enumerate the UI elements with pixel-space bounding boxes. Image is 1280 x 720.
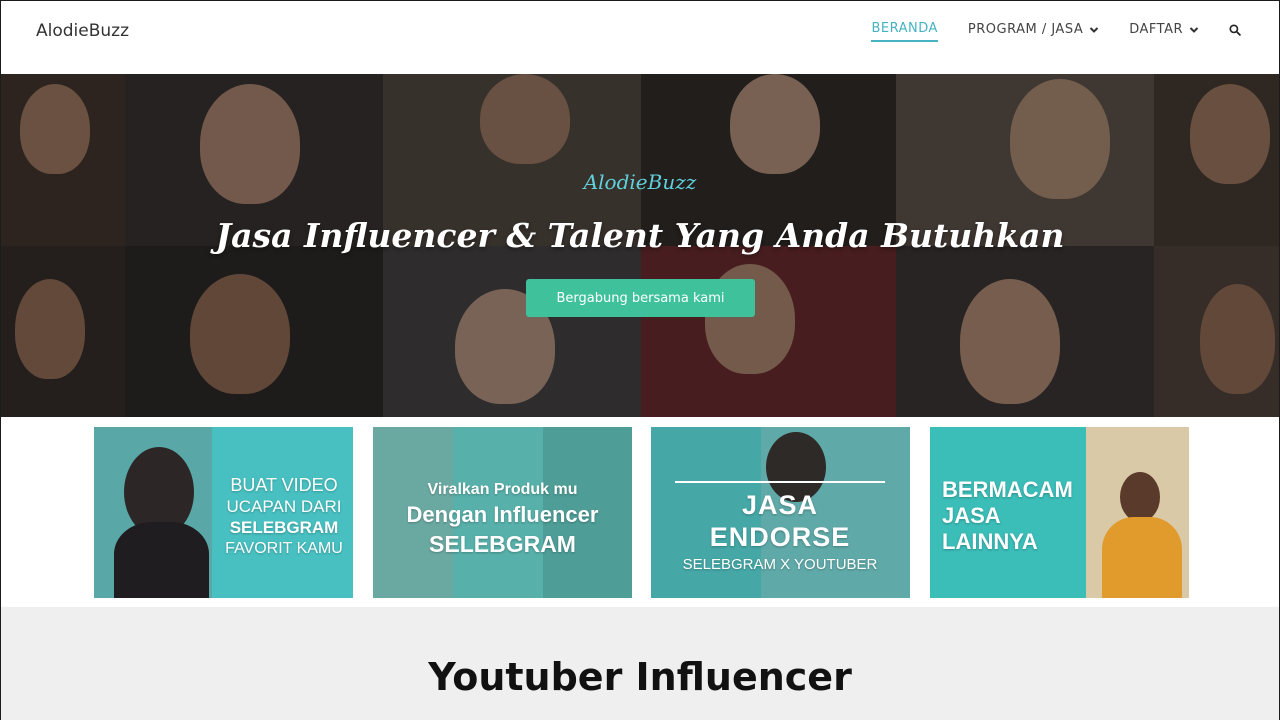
youtuber-influencer-section: Youtuber Influencer [0,607,1280,720]
site-header: AlodieBuzz BERANDA PROGRAM / JASA DAFTAR [0,0,1280,74]
search-icon[interactable] [1227,23,1243,40]
banner-line: FAVORIT KAMU [225,540,343,557]
chevron-down-icon [1090,26,1099,33]
join-button[interactable]: Bergabung bersama kami [526,279,755,317]
banner-line: SELEBGRAM X YOUTUBER [682,556,878,573]
banner-line: JASA [942,503,1001,528]
window-border-left [0,0,1,720]
banner-line: LAINNYA [942,529,1038,554]
site-logo[interactable]: AlodieBuzz [36,21,129,41]
banner-video-ucapan[interactable]: BUAT VIDEO UCAPAN DARI SELEBGRAM FAVORIT… [94,427,353,598]
banner-line: JASA ENDORSE [709,490,851,552]
banner-line: BERMACAM [942,477,1073,502]
hero-section: AlodieBuzz Jasa Influencer & Talent Yang… [0,74,1280,417]
nav-daftar-label: DAFTAR [1129,22,1183,37]
nav-program-jasa[interactable]: PROGRAM / JASA [968,22,1099,41]
nav-daftar[interactable]: DAFTAR [1129,22,1199,41]
nav-beranda[interactable]: BERANDA [871,21,938,42]
hero-title: Jasa Influencer & Talent Yang Anda Butuh… [215,216,1065,255]
banner-bermacam-jasa[interactable]: BERMACAM JASA LAINNYA [930,427,1189,598]
nav-beranda-label: BERANDA [871,21,938,36]
banner-divider [675,481,885,483]
banner-line: SELEBGRAM [429,531,576,557]
person-image [1102,517,1182,598]
banner-line: Dengan Influencer [406,502,599,527]
service-banners: BUAT VIDEO UCAPAN DARI SELEBGRAM FAVORIT… [0,427,1280,599]
banner-line: SELEBGRAM [229,518,339,537]
section-title: Youtuber Influencer [428,655,852,699]
banner-line: BUAT VIDEO [230,475,338,495]
banner-line: Viralkan Produk mu [427,481,578,498]
person-image [114,522,209,598]
banner-line: UCAPAN DARI [226,497,342,516]
person-image [1120,472,1160,522]
banner-viralkan-produk[interactable]: Viralkan Produk mu Dengan Influencer SEL… [373,427,632,598]
banner-jasa-endorse[interactable]: JASA ENDORSE SELEBGRAM X YOUTUBER [651,427,910,598]
main-nav: BERANDA PROGRAM / JASA DAFTAR [841,21,1243,42]
hero-brand: AlodieBuzz [583,170,697,194]
nav-program-jasa-label: PROGRAM / JASA [967,22,1084,37]
chevron-down-icon [1189,26,1199,33]
